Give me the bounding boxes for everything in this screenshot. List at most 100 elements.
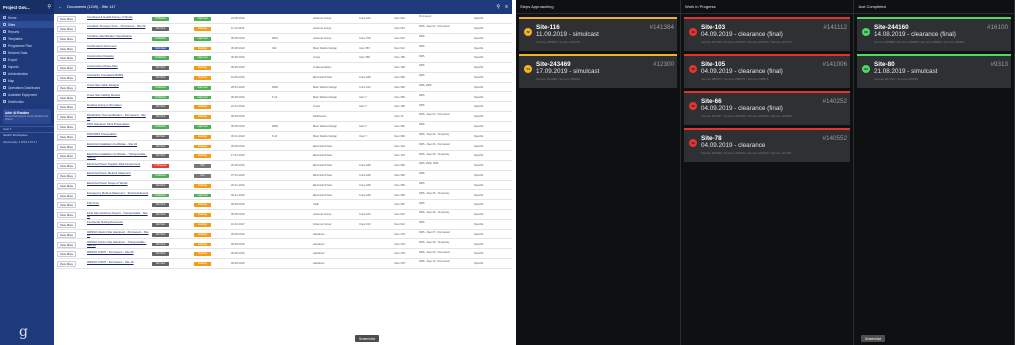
view-more-button[interactable]: View More [57,45,76,52]
site-card[interactable]: 43 Site-66 #140252 04.09.2019 - clearance (… [684,91,850,125]
view-more-button[interactable]: View More [57,26,76,33]
view-more-button[interactable]: View More [57,202,76,209]
view-more-button[interactable]: View More [57,182,76,189]
document-name-link[interactable]: Electrical Installation Certificate - Si… [87,142,149,146]
document-name-link[interactable]: Electrical Installation Certificate - Tr… [87,152,149,159]
sidebar-item[interactable]: Home [0,14,54,21]
kanban-board: Just Completed 96 Site-244160 #16100 14.08.2… [516,0,1015,345]
document-name-link[interactable]: Construction Phase Plan [87,64,149,68]
progress-dot: 43 [689,139,697,147]
site-card[interactable]: 43 Site-105 #141006 04.09.2019 - clearance … [684,54,850,88]
document-name-link[interactable]: HMSSO COMT - Permanent - Site 10 [87,260,149,264]
sidebar-item[interactable]: Sites [0,21,54,28]
document-name-link[interactable]: F10 Form [87,201,149,205]
nav-icon [3,86,6,89]
document-name-link[interactable]: Contractor Completed RAMS [87,74,149,77]
view-more-button[interactable]: View More [57,133,76,140]
organisation-cell: Distribution [313,115,327,119]
filter-icon[interactable]: ≡ [505,4,508,10]
document-name-link[interactable]: Combined & Health Survey of Works [87,15,149,19]
scope-cell: Specific [474,232,484,236]
document-name-link[interactable]: DNO/DMS Presentation [87,132,149,136]
view-more-button[interactable]: View More [57,241,76,248]
organisation-cell: Electrical Power [313,164,333,168]
document-name-link[interactable]: Electrical Power Scope of Works [87,181,149,185]
document-name-link[interactable]: HMSSO Interim Site Handover - Transporta… [87,240,149,247]
view-more-button[interactable]: View More [57,251,76,258]
view-more-button[interactable]: View More [57,35,76,42]
document-name-link[interactable]: HMSSO Interim Site Handover - Permanent … [87,230,149,237]
view-more-button[interactable]: View More [57,104,76,111]
view-more-button[interactable]: View More [57,222,76,229]
document-name-link[interactable]: Cross Site Cable Designs [87,83,149,87]
site-card[interactable]: 96 Site-244160 #16100 14.08.2019 - clearanc… [857,17,1011,51]
scope-cell: Specific [474,75,484,79]
document-name-link[interactable]: Electrical Power Method Statement [87,172,149,175]
promo-card[interactable]: Addr AI Routine Route Planning for Group… [3,109,51,124]
sidebar-item[interactable]: Distribution [0,98,54,105]
sidebar-item[interactable]: Reports [0,28,54,35]
view-more-button[interactable]: View More [57,124,76,131]
status-badge: In Progress [152,164,169,168]
document-name-link[interactable]: Electrical Power Supplier Risk Assessmen… [87,162,149,166]
view-more-button[interactable]: View More [57,192,76,199]
sidebar-item[interactable]: Export [0,56,54,63]
code-cell: 6.13 [272,95,278,99]
view-more-button[interactable]: View More [57,173,76,180]
column-title: Just Completed [854,0,1014,14]
organisation-cell: Electrical Power [313,173,333,177]
sidebar-item[interactable]: Map [0,77,54,84]
document-name-link[interactable]: Condition Identification Specification [87,34,149,38]
view-more-button[interactable]: View More [57,153,76,160]
site-card[interactable]: 74 Site-243469 #12300 17.09.2019 - simulcas… [519,54,677,88]
document-name-link[interactable]: Final Site Handover Report - Transportab… [87,211,149,218]
view-more-button[interactable]: View More [57,16,76,23]
sidebar-item[interactable]: Available Equipment [0,91,54,98]
date-cell: 30.01.2019 [231,134,245,138]
site-card[interactable]: 43 Site-103 #141112 04.09.2019 - clearance … [684,17,850,51]
site-number: #141006 [822,61,847,68]
document-name-link[interactable]: Construction Drawing [87,54,149,58]
view-more-button[interactable]: View More [57,75,76,82]
scope-cell: Specific [474,36,484,40]
document-name-link[interactable]: Confirmation Document [87,44,149,48]
sidebar-item-label: Network Data [8,50,28,55]
site-card[interactable]: 93 Site-80 #9313 21.08.2019 - simulcast Serv… [857,54,1011,88]
sidebar-item[interactable]: Operations Dashboard [0,84,54,91]
document-name-link[interactable]: Cross Site Cabling Review [87,93,149,97]
view-more-button[interactable]: View More [57,212,76,219]
view-more-button[interactable]: View More [57,84,76,91]
site-card[interactable]: 43 Site-78 #140552 04.09.2019 - clearance Se… [684,128,850,162]
view-more-button[interactable]: View More [57,143,76,150]
sidebar-item[interactable]: Imports [0,63,54,70]
document-name-link[interactable]: Desktop Survey Information [87,103,149,107]
view-more-button[interactable]: View More [57,55,76,62]
view-more-button[interactable]: View More [57,94,76,101]
sidebar-item[interactable]: Network Data [0,49,54,56]
sidebar-item[interactable]: Administration [0,70,54,77]
site-card[interactable]: 72 Site-116 #141384 11.09.2019 - simulcast S… [519,17,677,51]
view-more-button[interactable]: View More [57,65,76,72]
document-name-link[interactable]: DMS Handover Pack Presentation [87,123,149,126]
nav-icon [3,51,6,54]
document-name-link[interactable]: Emergency Method Statement - Technical E… [87,191,149,195]
back-arrow-icon[interactable]: ← [58,4,63,10]
sidebar-item[interactable]: Programme Plan [0,42,54,49]
view-more-button[interactable]: View More [57,261,76,268]
approval-badge: Awaiting [194,222,211,227]
document-name-link[interactable]: Functional Testing Document [87,221,149,224]
view-more-button[interactable]: View More [57,231,76,238]
document-name-link[interactable]: HMSSO COMT - Permanent - Site 09 [87,250,149,254]
scope-cell: Specific [474,213,484,217]
user-cell: User 123 [394,154,405,158]
organisation-cell: Main Station Design [313,134,338,138]
sidebar-item[interactable]: Templates [0,35,54,42]
search-icon[interactable]: ⚲ [47,4,51,10]
view-more-button[interactable]: View More [57,114,76,121]
group-cell: Cone 613 [359,85,371,89]
approval-badge: Awaiting [194,213,211,217]
document-name-link[interactable]: Condition Surveyor Form - Permanent - Si… [87,25,149,28]
document-name-link[interactable]: Distribution Test Certification - Perman… [87,113,149,120]
view-more-button[interactable]: View More [57,163,76,170]
search-icon[interactable]: ⚲ [496,4,500,10]
